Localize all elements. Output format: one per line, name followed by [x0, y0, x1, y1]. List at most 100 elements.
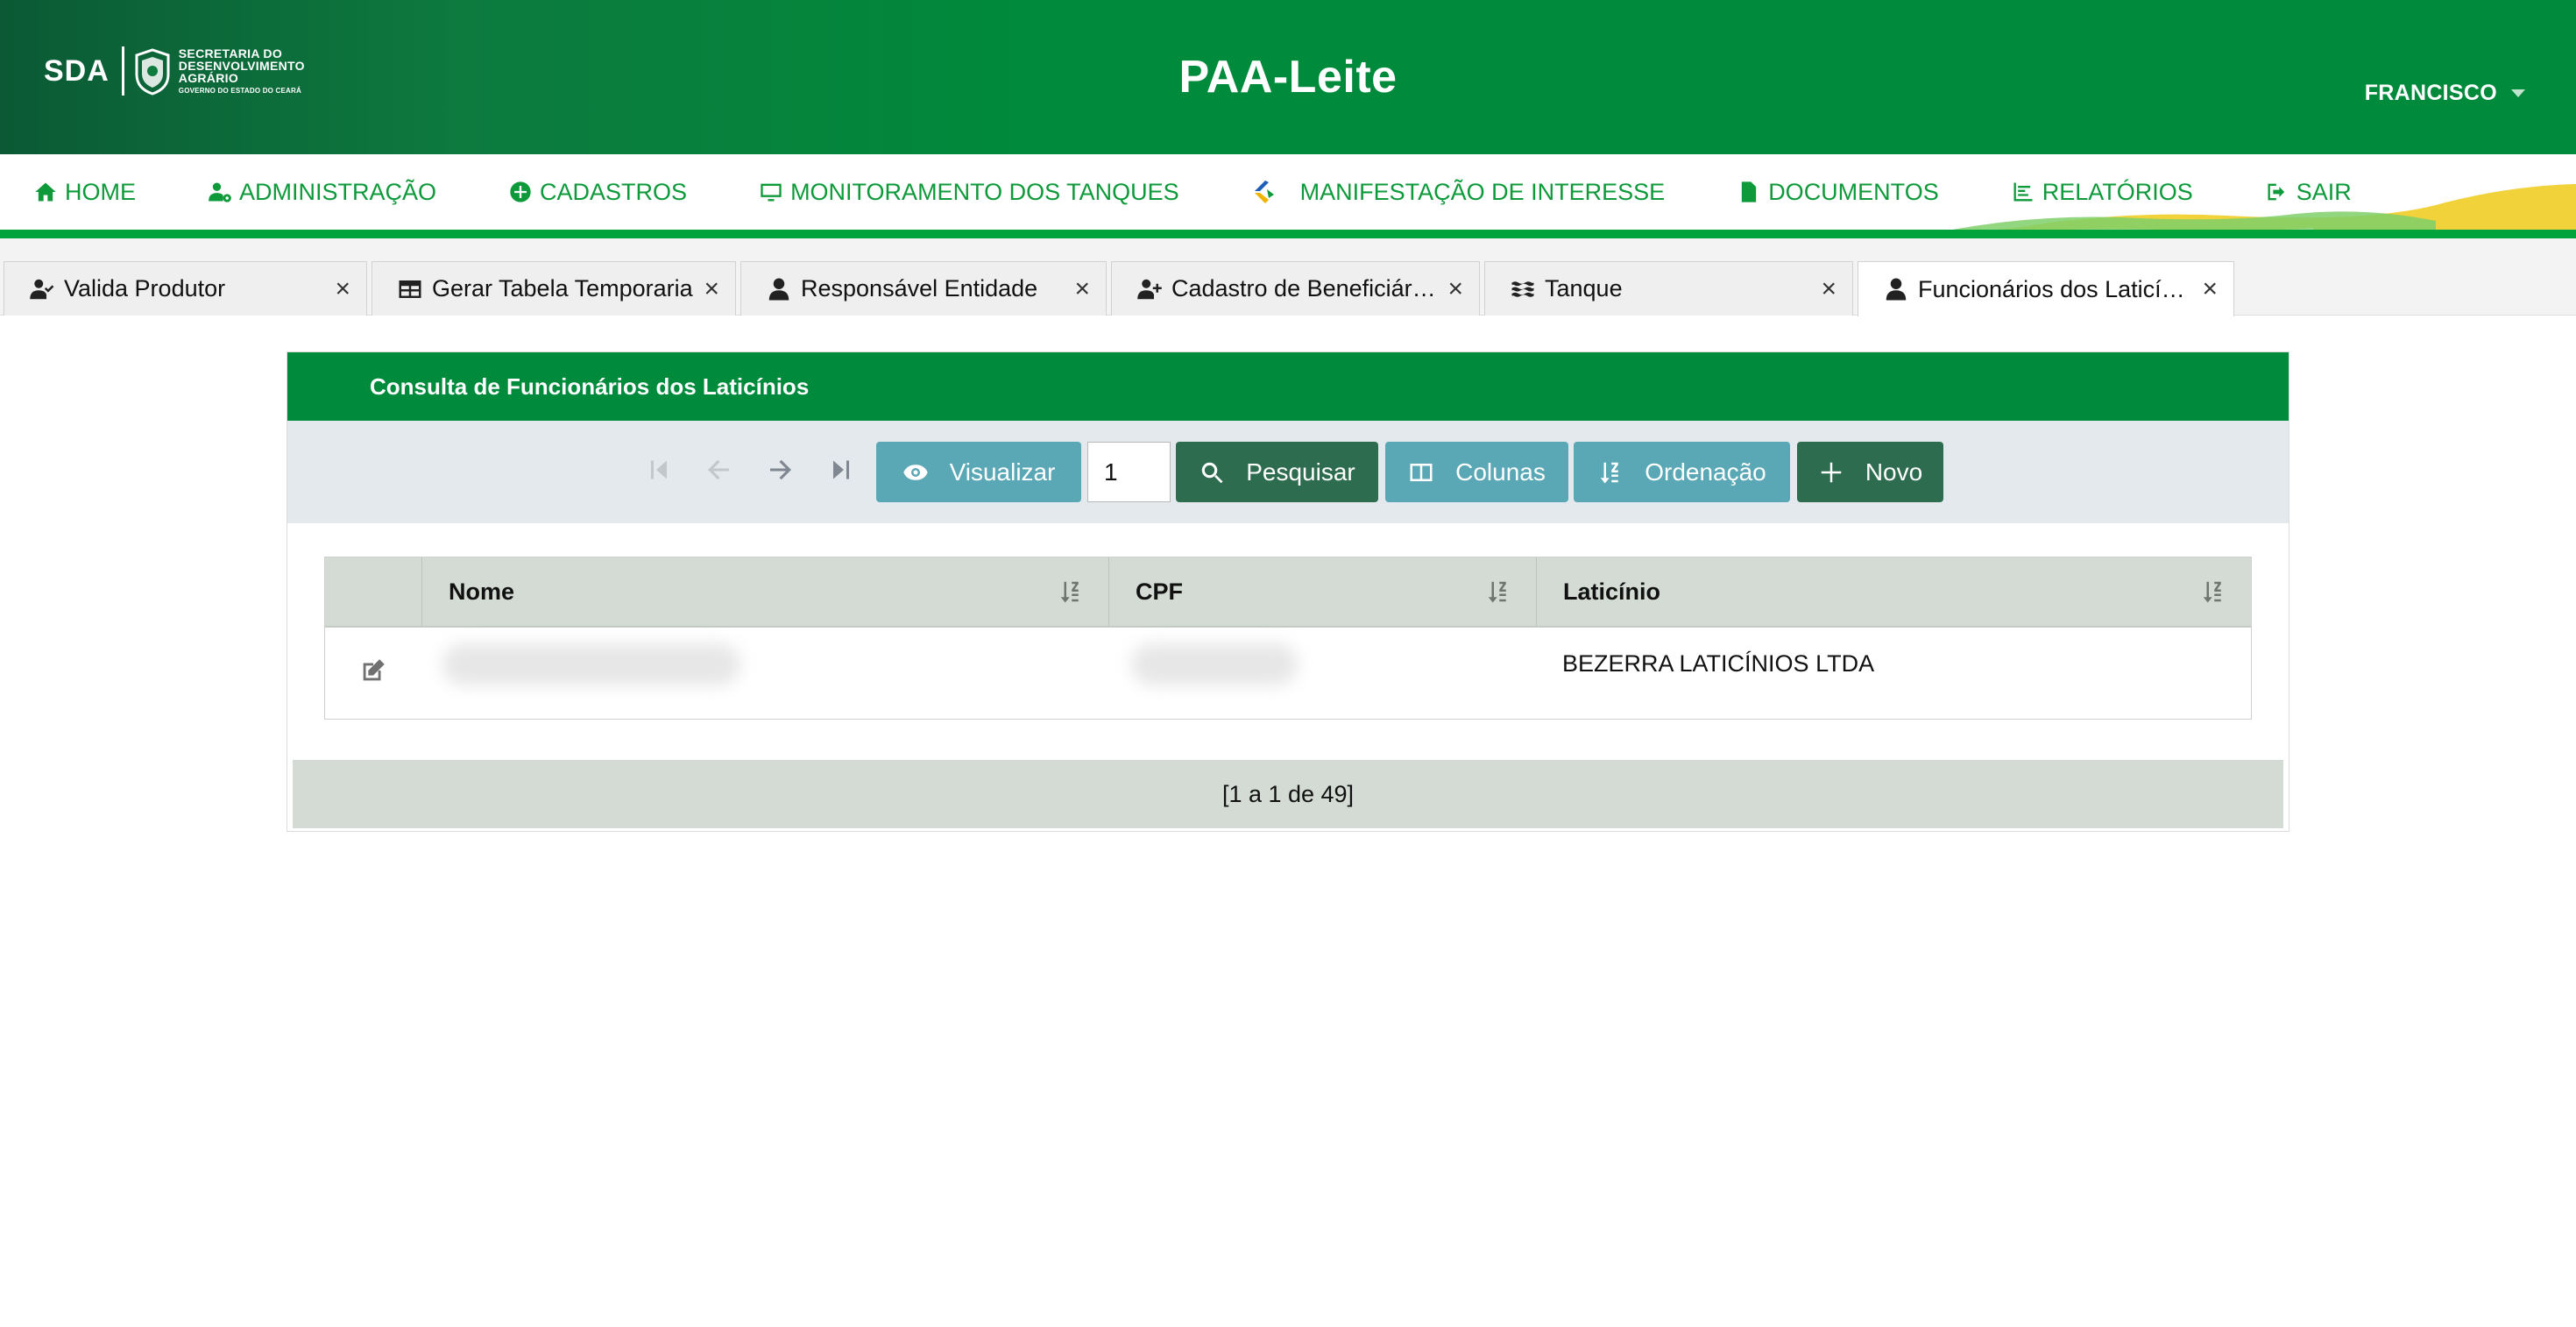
grid-header: Nome CPF Laticínio — [325, 557, 2251, 628]
nav-sair[interactable]: SAIR — [2265, 179, 2352, 206]
search-icon — [1201, 462, 1223, 483]
data-grid: Nome CPF Laticínio BEZERRA LATICÍNIOS LT… — [324, 557, 2252, 720]
arrow-left-icon — [708, 459, 729, 480]
main-nav: HOME ADMINISTRAÇÃO CADASTROS MONITORAMEN… — [0, 154, 2576, 238]
tab-label: Valida Produtor — [64, 275, 226, 302]
nav-relatorios-label: RELATÓRIOS — [2042, 178, 2193, 205]
panel-header: Consulta de Funcionários dos Laticínios — [287, 352, 2289, 421]
nav-administracao-label: ADMINISTRAÇÃO — [239, 178, 437, 205]
nav-sair-label: SAIR — [2296, 178, 2352, 205]
arrow-right-icon — [770, 459, 791, 480]
nav-documentos[interactable]: DOCUMENTOS — [1737, 179, 1939, 206]
tab-cadastro-beneficiarios[interactable]: Cadastro de Beneficiários × — [1111, 261, 1480, 316]
table-icon — [399, 280, 421, 298]
tab-label: Gerar Tabela Temporaria — [432, 275, 693, 302]
first-page-icon — [651, 460, 667, 479]
column-header-label: CPF — [1136, 578, 1183, 605]
last-page-button[interactable] — [825, 454, 857, 486]
home-icon — [35, 182, 56, 202]
column-header-laticinio[interactable]: Laticínio — [1536, 557, 2251, 626]
sort-icon — [2203, 581, 2221, 603]
tab-label: Funcionários dos Laticínios — [1918, 275, 2192, 302]
tab-bar: Valida Produtor × Gerar Tabela Temporari… — [0, 238, 2576, 316]
table-row[interactable]: BEZERRA LATICÍNIOS LTDA — [325, 628, 2251, 719]
tab-label: Cadastro de Beneficiários — [1171, 275, 1438, 302]
nav-cadastros-label: CADASTROS — [540, 178, 688, 205]
sign-out-icon — [2268, 183, 2284, 201]
column-header-cpf[interactable]: CPF — [1108, 557, 1536, 626]
novo-button[interactable]: Novo — [1797, 442, 1943, 502]
close-icon[interactable]: × — [2202, 276, 2218, 302]
nav-monitoramento[interactable]: MONITORAMENTO DOS TANQUES — [759, 179, 1179, 206]
close-icon[interactable]: × — [704, 275, 719, 302]
sort-icon — [1600, 462, 1618, 483]
edit-icon[interactable] — [358, 656, 388, 685]
user-icon — [1886, 278, 1907, 301]
sort-icon — [1060, 581, 1079, 603]
manifestation-logo-icon — [1254, 181, 1274, 203]
close-icon[interactable]: × — [1821, 275, 1836, 302]
close-icon[interactable]: × — [1447, 275, 1463, 302]
column-header-label: Laticínio — [1563, 578, 1661, 605]
document-icon — [1742, 181, 1757, 202]
user-gear-icon — [209, 182, 231, 202]
nav-administracao[interactable]: ADMINISTRAÇÃO — [208, 179, 436, 206]
pesquisar-label: Pesquisar — [1246, 458, 1355, 486]
tab-valida-produtor[interactable]: Valida Produtor × — [4, 261, 367, 316]
user-menu[interactable]: FRANCISCO — [2365, 81, 2525, 106]
tab-label: Responsável Entidade — [801, 275, 1038, 302]
plus-icon — [1821, 462, 1842, 482]
consulta-panel: Consulta de Funcionários dos Laticínios … — [287, 351, 2289, 832]
nav-manifestacao[interactable]: MANIFESTAÇÃO DE INTERESSE — [1251, 177, 1666, 207]
user-name: FRANCISCO — [2364, 81, 2497, 105]
tab-tanque[interactable]: Tanque × — [1484, 261, 1853, 316]
nav-cadastros[interactable]: CADASTROS — [508, 179, 687, 206]
pesquisar-button[interactable]: Pesquisar — [1176, 442, 1378, 502]
nav-documentos-label: DOCUMENTOS — [1768, 178, 1939, 205]
monitor-icon — [761, 183, 782, 202]
last-page-icon — [833, 460, 849, 479]
column-header-label: Nome — [449, 578, 515, 605]
app-title: PAA-Leite — [1178, 52, 1398, 103]
pagination-info: [1 a 1 de 49] — [293, 760, 2283, 828]
user-icon — [768, 278, 789, 300]
chart-icon — [2013, 182, 2033, 202]
app-header: SDA SECRETARIA DO DESENVOLVIMENTO AGRÁRI… — [0, 0, 2576, 154]
sort-icon — [1488, 581, 1506, 603]
next-page-button[interactable] — [765, 454, 796, 486]
page-number-input[interactable] — [1087, 442, 1171, 502]
columns-icon — [1410, 463, 1433, 481]
column-header-nome[interactable]: Nome — [421, 557, 1108, 626]
nav-relatorios[interactable]: RELATÓRIOS — [2011, 179, 2193, 206]
caret-down-icon — [2511, 89, 2525, 97]
tab-gerar-tabela[interactable]: Gerar Tabela Temporaria × — [372, 261, 736, 316]
grid-toolbar: Visualizar Pesquisar Colunas Ordenação N… — [287, 421, 2289, 523]
novo-label: Novo — [1865, 458, 1923, 486]
tab-label: Tanque — [1545, 275, 1623, 302]
first-page-button[interactable] — [643, 454, 675, 486]
tab-funcionarios-laticinios[interactable]: Funcionários dos Laticínios × — [1858, 261, 2234, 316]
close-icon[interactable]: × — [1074, 275, 1090, 302]
plus-circle-icon — [510, 181, 531, 202]
visualizar-button[interactable]: Visualizar — [876, 442, 1081, 502]
user-plus-icon — [1137, 279, 1162, 299]
water-icon — [1511, 280, 1534, 297]
colunas-button[interactable]: Colunas — [1385, 442, 1568, 502]
redacted-cpf — [1131, 643, 1298, 685]
tab-responsavel-entidade[interactable]: Responsável Entidade × — [740, 261, 1107, 316]
nav-monitoramento-label: MONITORAMENTO DOS TANQUES — [790, 178, 1179, 205]
cell-laticinio: BEZERRA LATICÍNIOS LTDA — [1562, 650, 1875, 677]
nav-items: HOME ADMINISTRAÇÃO CADASTROS MONITORAMEN… — [33, 170, 2424, 214]
previous-page-button[interactable] — [703, 454, 734, 486]
nav-home[interactable]: HOME — [33, 179, 136, 206]
close-icon[interactable]: × — [335, 275, 350, 302]
nav-divider — [0, 230, 2576, 238]
eye-icon — [902, 464, 928, 480]
user-check-icon — [30, 279, 54, 299]
ordenacao-button[interactable]: Ordenação — [1574, 442, 1790, 502]
nav-manifestacao-label: MANIFESTAÇÃO DE INTERESSE — [1299, 178, 1666, 205]
redacted-name — [442, 643, 740, 685]
ordenacao-label: Ordenação — [1645, 458, 1766, 486]
panel-title: Consulta de Funcionários dos Laticínios — [370, 373, 810, 400]
visualizar-label: Visualizar — [949, 458, 1056, 486]
